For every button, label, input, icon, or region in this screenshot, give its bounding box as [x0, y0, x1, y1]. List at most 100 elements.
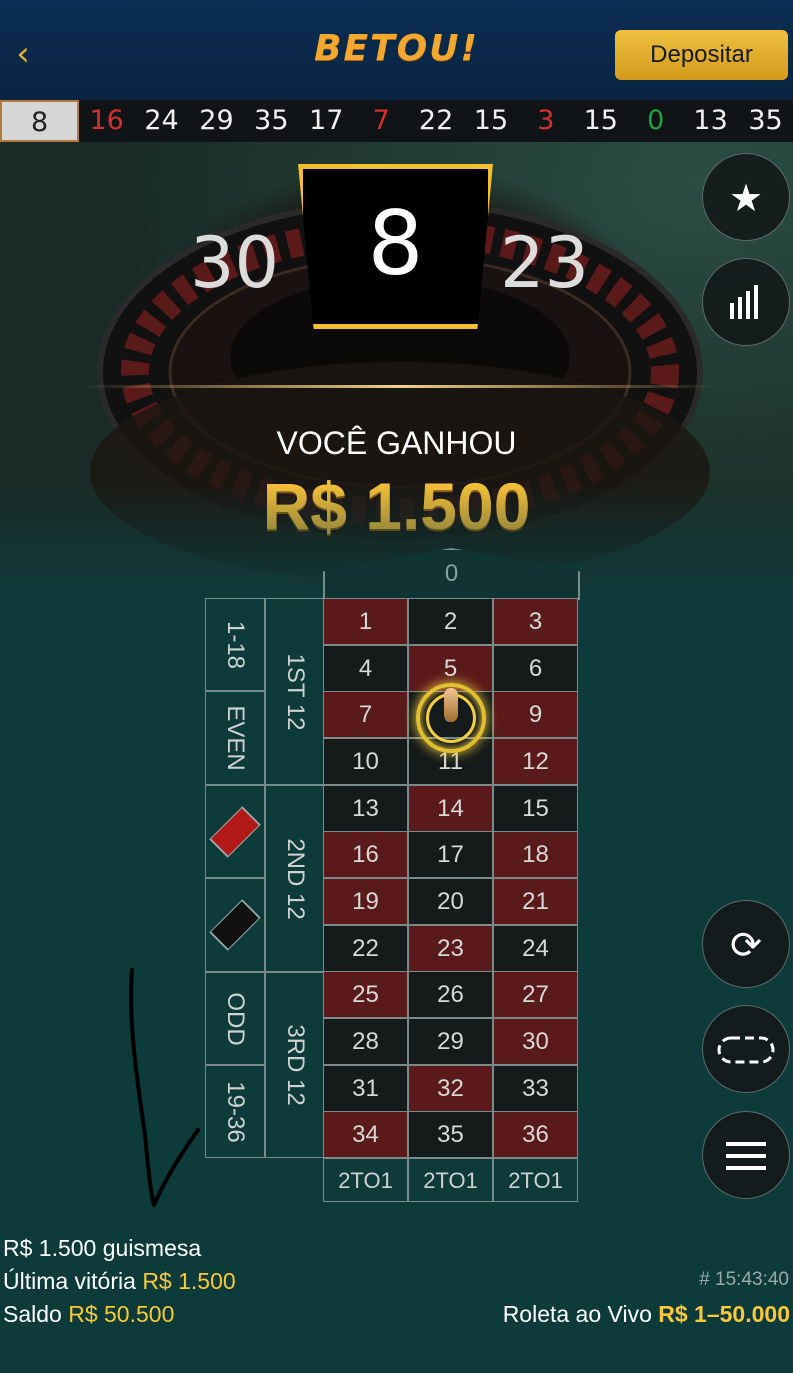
number-cell[interactable]: 14 — [408, 784, 493, 832]
last-win: Última vitória R$ 1.500 — [3, 1268, 236, 1295]
number-cell[interactable]: 3 — [493, 598, 578, 645]
deposit-button[interactable]: Depositar — [615, 30, 788, 80]
number-cell[interactable]: 12 — [493, 738, 578, 785]
history-number: 17 — [309, 105, 344, 136]
number-cell[interactable]: 10 — [323, 738, 408, 785]
odd-bet-label: ODD — [222, 991, 249, 1046]
number-cell[interactable]: 18 — [493, 831, 578, 879]
menu-icon — [726, 1142, 766, 1170]
last-win-value: R$ 1.500 — [142, 1268, 236, 1294]
limits-value: R$ 1–50.000 — [658, 1301, 790, 1327]
balance-value: R$ 50.500 — [68, 1301, 175, 1327]
repeat-icon: ⟳ — [730, 923, 762, 967]
number-cell[interactable]: 15 — [493, 784, 578, 832]
number-cell[interactable]: 32 — [408, 1064, 493, 1112]
neighbor-right-number: 23 — [500, 222, 590, 304]
number-cell[interactable]: 29 — [408, 1018, 493, 1066]
low-bet[interactable]: 1-18 — [205, 598, 265, 691]
number-cell[interactable]: 1 — [323, 598, 408, 645]
live-video-area: 30 23 8 VOCÊ GANHOU R$ 1.500 — [0, 142, 793, 602]
result-history: 8 16 24 29 35 17 7 22 15 3 15 0 13 35 — [0, 100, 793, 142]
number-cell[interactable]: 34 — [323, 1111, 408, 1159]
table-limits: Roleta ao Vivo R$ 1–50.000 — [503, 1301, 790, 1328]
balance: Saldo R$ 50.500 — [3, 1301, 174, 1328]
history-number: 8 — [0, 100, 80, 142]
history-number: 7 — [372, 105, 390, 136]
history-number: 16 — [89, 105, 124, 136]
number-cell[interactable]: 19 — [323, 878, 408, 926]
menu-button[interactable] — [702, 1111, 790, 1199]
number-cell[interactable]: 26 — [408, 971, 493, 1019]
history-number: 35 — [254, 105, 289, 136]
history-number: 15 — [583, 105, 618, 136]
odd-bet[interactable]: ODD — [205, 972, 265, 1065]
last-win-label: Última vitória — [3, 1268, 136, 1294]
winning-number: 8 — [367, 192, 424, 295]
history-number: 15 — [473, 105, 509, 136]
number-cell[interactable]: 35 — [408, 1111, 493, 1159]
number-cell[interactable]: 24 — [493, 924, 578, 972]
dozen-bet-3[interactable]: 3RD 12 — [265, 972, 324, 1158]
number-cell[interactable]: 16 — [323, 831, 408, 879]
number-cell[interactable]: 7 — [323, 691, 408, 739]
red-diamond-icon — [209, 805, 261, 858]
red-bet[interactable] — [205, 785, 265, 878]
number-cell[interactable]: 28 — [323, 1018, 408, 1066]
history-number: 3 — [537, 105, 555, 136]
number-cell[interactable]: 21 — [493, 878, 578, 926]
racetrack-icon — [717, 1036, 775, 1064]
low-bet-label: 1-18 — [222, 620, 249, 669]
balance-label: Saldo — [3, 1301, 62, 1327]
high-bet[interactable]: 19-36 — [205, 1065, 265, 1158]
column-bet-1[interactable]: 2TO1 — [323, 1158, 408, 1202]
hand-drawn-arrow-icon — [129, 968, 200, 1207]
number-cell[interactable]: 33 — [493, 1064, 578, 1112]
even-bet[interactable]: EVEN — [205, 691, 265, 785]
racetrack-toggle-button[interactable] — [702, 1005, 790, 1093]
dozen-label: 1ST 12 — [281, 653, 309, 730]
number-cell[interactable]: 30 — [493, 1018, 578, 1066]
number-cell[interactable]: 22 — [323, 924, 408, 972]
number-cell[interactable]: 36 — [493, 1111, 578, 1159]
number-cell[interactable]: 13 — [323, 784, 408, 832]
number-cell[interactable]: 6 — [493, 644, 578, 692]
number-cell[interactable]: 2 — [408, 598, 493, 645]
number-cell[interactable]: 31 — [323, 1064, 408, 1112]
number-cell[interactable]: 25 — [323, 971, 408, 1019]
dozen-bet-2[interactable]: 2ND 12 — [265, 785, 324, 972]
bar-chart-icon — [730, 285, 758, 319]
dozen-label: 3RD 12 — [281, 1024, 309, 1106]
black-diamond-icon — [209, 899, 261, 951]
even-bet-label: EVEN — [222, 705, 249, 771]
divider-line — [80, 385, 720, 388]
number-cell[interactable]: 23 — [408, 924, 493, 972]
history-number: 24 — [144, 105, 179, 136]
history-number: 22 — [418, 105, 454, 136]
history-number: 29 — [199, 105, 234, 136]
number-cell[interactable]: 9 — [493, 691, 578, 739]
top-bar: ‹ BETOU! Depositar — [0, 0, 793, 100]
history-number: 35 — [748, 105, 783, 136]
dozen-label: 2ND 12 — [281, 837, 309, 920]
win-message: VOCÊ GANHOU — [276, 425, 517, 461]
statistics-button[interactable] — [702, 258, 790, 346]
star-icon: ★ — [728, 176, 764, 220]
zero-cell-label: 0 — [444, 560, 459, 587]
dozen-bet-1[interactable]: 1ST 12 — [265, 598, 324, 785]
number-cell[interactable]: 4 — [323, 644, 408, 692]
favorites-button[interactable]: ★ — [702, 153, 790, 241]
number-cell[interactable]: 20 — [408, 878, 493, 926]
number-cell[interactable]: 27 — [493, 971, 578, 1019]
history-number: 0 — [647, 105, 665, 136]
neighbor-left-number: 30 — [190, 222, 280, 304]
ball-marker-icon — [444, 688, 458, 722]
black-bet[interactable] — [205, 878, 265, 972]
repeat-bet-button[interactable]: ⟳ — [702, 900, 790, 988]
column-bet-3[interactable]: 2TO1 — [493, 1158, 578, 1202]
high-bet-label: 19-36 — [222, 1080, 249, 1143]
round-time: # 15:43:40 — [699, 1269, 789, 1290]
column-bet-2[interactable]: 2TO1 — [408, 1158, 493, 1202]
game-name: Roleta ao Vivo — [502, 1301, 652, 1327]
number-cell[interactable]: 17 — [408, 831, 493, 879]
history-number: 13 — [693, 105, 728, 136]
